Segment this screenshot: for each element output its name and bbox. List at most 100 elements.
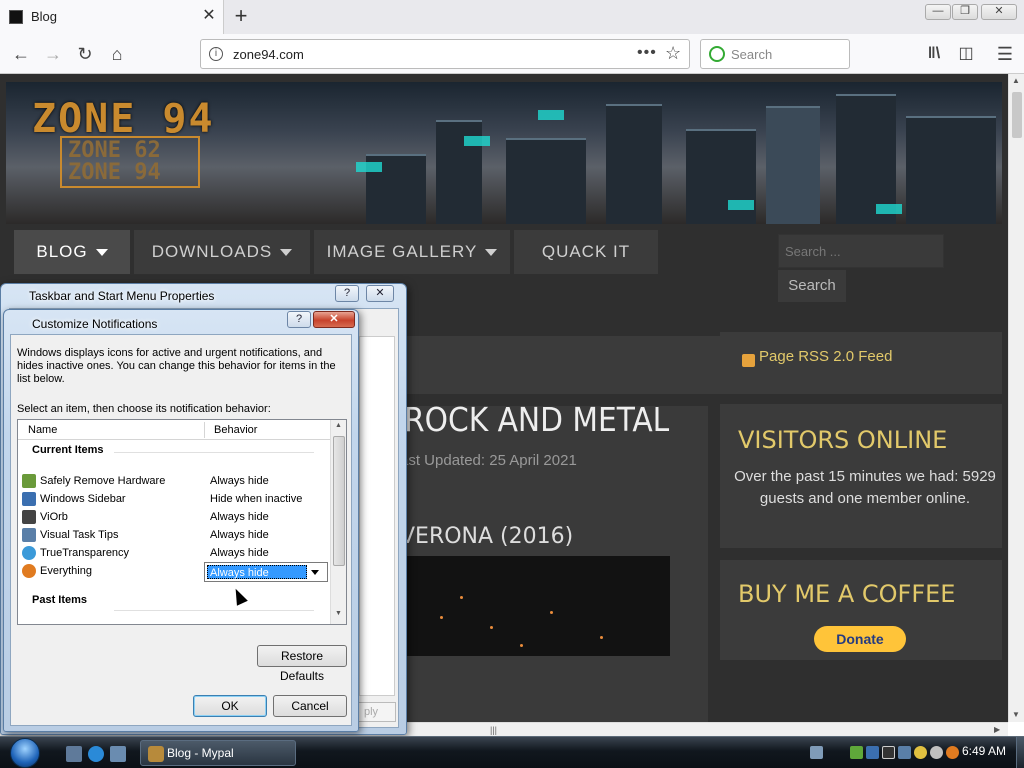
scroll-down-icon[interactable]: ▼ <box>1012 710 1020 719</box>
list-item[interactable]: ViOrb Always hide <box>18 508 330 526</box>
windows-logo-icon <box>10 738 40 768</box>
dialog-body: Windows displays icons for active and ur… <box>10 334 352 726</box>
post-title[interactable]: ROCK AND METAL <box>404 400 669 439</box>
list-item[interactable]: Visual Task Tips Always hide <box>18 526 330 544</box>
window-minimize-button[interactable]: — <box>925 4 951 20</box>
site-search-input[interactable]: Search ... <box>778 234 944 268</box>
list-scrollbar[interactable]: ▲ ▼ <box>330 420 346 624</box>
tab-close-icon[interactable]: ✕ <box>198 5 220 27</box>
column-header-behavior[interactable]: Behavior <box>214 424 257 436</box>
visual-task-tips-icon[interactable] <box>898 746 911 759</box>
show-desktop-button[interactable] <box>1016 737 1024 768</box>
help-button[interactable]: ? <box>287 311 311 328</box>
site-logo-sub: ZONE 62 ZONE 94 <box>60 136 200 188</box>
cancel-button[interactable]: Cancel <box>273 695 347 717</box>
chevron-down-icon <box>485 249 498 257</box>
coffee-widget: BUY ME A COFFEE Donate <box>720 560 1002 660</box>
behavior-dropdown[interactable]: Always hide <box>204 562 328 582</box>
network-icon[interactable] <box>914 746 927 759</box>
everything-search-icon[interactable] <box>946 746 959 759</box>
library-icon[interactable]: ‖\ <box>921 41 947 67</box>
show-desktop-icon[interactable] <box>66 746 82 762</box>
post-date: ast Updated: 25 April 2021 <box>400 452 577 469</box>
site-favicon-icon <box>9 10 23 24</box>
switch-windows-icon[interactable] <box>110 746 126 762</box>
post-subtitle[interactable]: VERONA (2016) <box>400 524 573 549</box>
scroll-up-icon[interactable]: ▲ <box>1012 76 1020 85</box>
rss-widget[interactable]: Page RSS 2.0 Feed <box>720 332 1002 392</box>
notification-items-list[interactable]: Name Behavior Current Items Safely Remov… <box>17 419 347 625</box>
mypal-icon <box>148 746 164 762</box>
home-icon[interactable]: ⌂ <box>104 41 130 67</box>
hamburger-menu-icon[interactable]: ☰ <box>992 41 1018 67</box>
scrollbar-thumb[interactable] <box>333 436 345 566</box>
menu-item-downloads[interactable]: DOWNLOADS <box>134 230 314 274</box>
forward-arrow-icon[interactable]: → <box>40 41 66 67</box>
behavior-dropdown-value[interactable]: Always hide <box>207 565 307 579</box>
keyboard-icon[interactable] <box>810 746 823 759</box>
browser-search-placeholder: Search <box>731 47 773 62</box>
column-header-name[interactable]: Name <box>28 424 57 436</box>
safely-remove-hardware-icon[interactable] <box>850 746 863 759</box>
rss-icon <box>742 354 755 367</box>
chevron-down-icon[interactable] <box>311 570 319 575</box>
browser-toolbar: ← → ↻ ⌂ i zone94.com ••• ☆ Search ‖\ ◫ ☰ <box>0 34 1024 74</box>
search-icon <box>709 46 725 62</box>
address-url[interactable]: zone94.com <box>233 47 304 62</box>
tab-title: Blog <box>31 9 58 24</box>
menu-item-image-gallery[interactable]: IMAGE GALLERY <box>314 230 514 274</box>
scroll-right-icon[interactable]: ▶ <box>994 725 1000 734</box>
taskbar-item-mypal[interactable]: Blog - Mypal <box>140 740 296 766</box>
menu-item-quack-it[interactable]: QUACK IT <box>514 230 662 274</box>
site-search-button[interactable]: Search <box>778 270 846 302</box>
volume-icon[interactable] <box>930 746 943 759</box>
scroll-up-icon[interactable]: ▲ <box>335 422 342 429</box>
menu-item-blog[interactable]: BLOG <box>14 230 134 274</box>
sidebar-toggle-icon[interactable]: ◫ <box>953 41 979 67</box>
start-button[interactable] <box>6 737 50 768</box>
scroll-down-icon[interactable]: ▼ <box>335 610 342 617</box>
visitors-widget: VISITORS ONLINE Over the past 15 minutes… <box>720 404 1002 548</box>
dialog-title: Customize Notifications <box>32 317 158 331</box>
close-button[interactable]: ✕ <box>366 285 394 302</box>
bookmark-star-icon[interactable]: ☆ <box>665 43 681 64</box>
site-info-icon[interactable]: i <box>209 47 223 61</box>
internet-explorer-icon[interactable] <box>88 746 104 762</box>
taskbar-properties-title: Taskbar and Start Menu Properties <box>29 289 215 303</box>
viorb-icon[interactable] <box>882 746 895 759</box>
restore-defaults-button[interactable]: Restore Defaults <box>257 645 347 683</box>
window-close-button[interactable]: ✕ <box>981 4 1017 20</box>
back-arrow-icon[interactable]: ← <box>8 41 34 67</box>
site-banner: ZONE 94 ZONE 62 ZONE 94 <box>6 82 1002 224</box>
list-header: Name Behavior <box>18 420 330 440</box>
scrollbar-thumb[interactable] <box>1012 92 1022 138</box>
window-restore-button[interactable]: ❐ <box>952 4 978 20</box>
group-current-items: Current Items <box>32 444 104 456</box>
clock[interactable]: 6:49 AM <box>962 744 1006 758</box>
page-vertical-scrollbar[interactable]: ▲ ▼ <box>1008 74 1024 722</box>
windows-sidebar-icon[interactable] <box>866 746 879 759</box>
post-image[interactable] <box>400 556 670 656</box>
system-tray: 6:49 AM <box>806 737 1024 768</box>
help-button[interactable]: ? <box>335 285 359 302</box>
close-button[interactable]: ✕ <box>313 311 355 328</box>
donate-button[interactable]: Donate <box>814 626 906 652</box>
browser-search-input[interactable]: Search <box>700 39 850 69</box>
list-item[interactable]: Safely Remove Hardware Always hide <box>18 472 330 490</box>
rss-link[interactable]: Page RSS 2.0 Feed <box>759 348 892 365</box>
instruction-label: Select an item, then choose its notifica… <box>17 403 271 415</box>
browser-tab[interactable]: Blog ✕ <box>0 0 224 34</box>
address-bar[interactable]: i zone94.com ••• ☆ <box>200 39 690 69</box>
chevron-down-icon <box>280 249 293 257</box>
scrollbar-grip-icon[interactable]: ||| <box>490 725 497 735</box>
visitors-heading: VISITORS ONLINE <box>738 426 948 454</box>
list-item[interactable]: TrueTransparency Always hide <box>18 544 330 562</box>
new-tab-button[interactable]: + <box>229 5 253 29</box>
page-actions-icon[interactable]: ••• <box>637 44 657 62</box>
visual-task-tips-icon <box>22 528 36 542</box>
ok-button[interactable]: OK <box>193 695 267 717</box>
viorb-icon <box>22 510 36 524</box>
list-item[interactable]: Windows Sidebar Hide when inactive <box>18 490 330 508</box>
reload-icon[interactable]: ↻ <box>72 41 98 67</box>
true-transparency-icon <box>22 546 36 560</box>
